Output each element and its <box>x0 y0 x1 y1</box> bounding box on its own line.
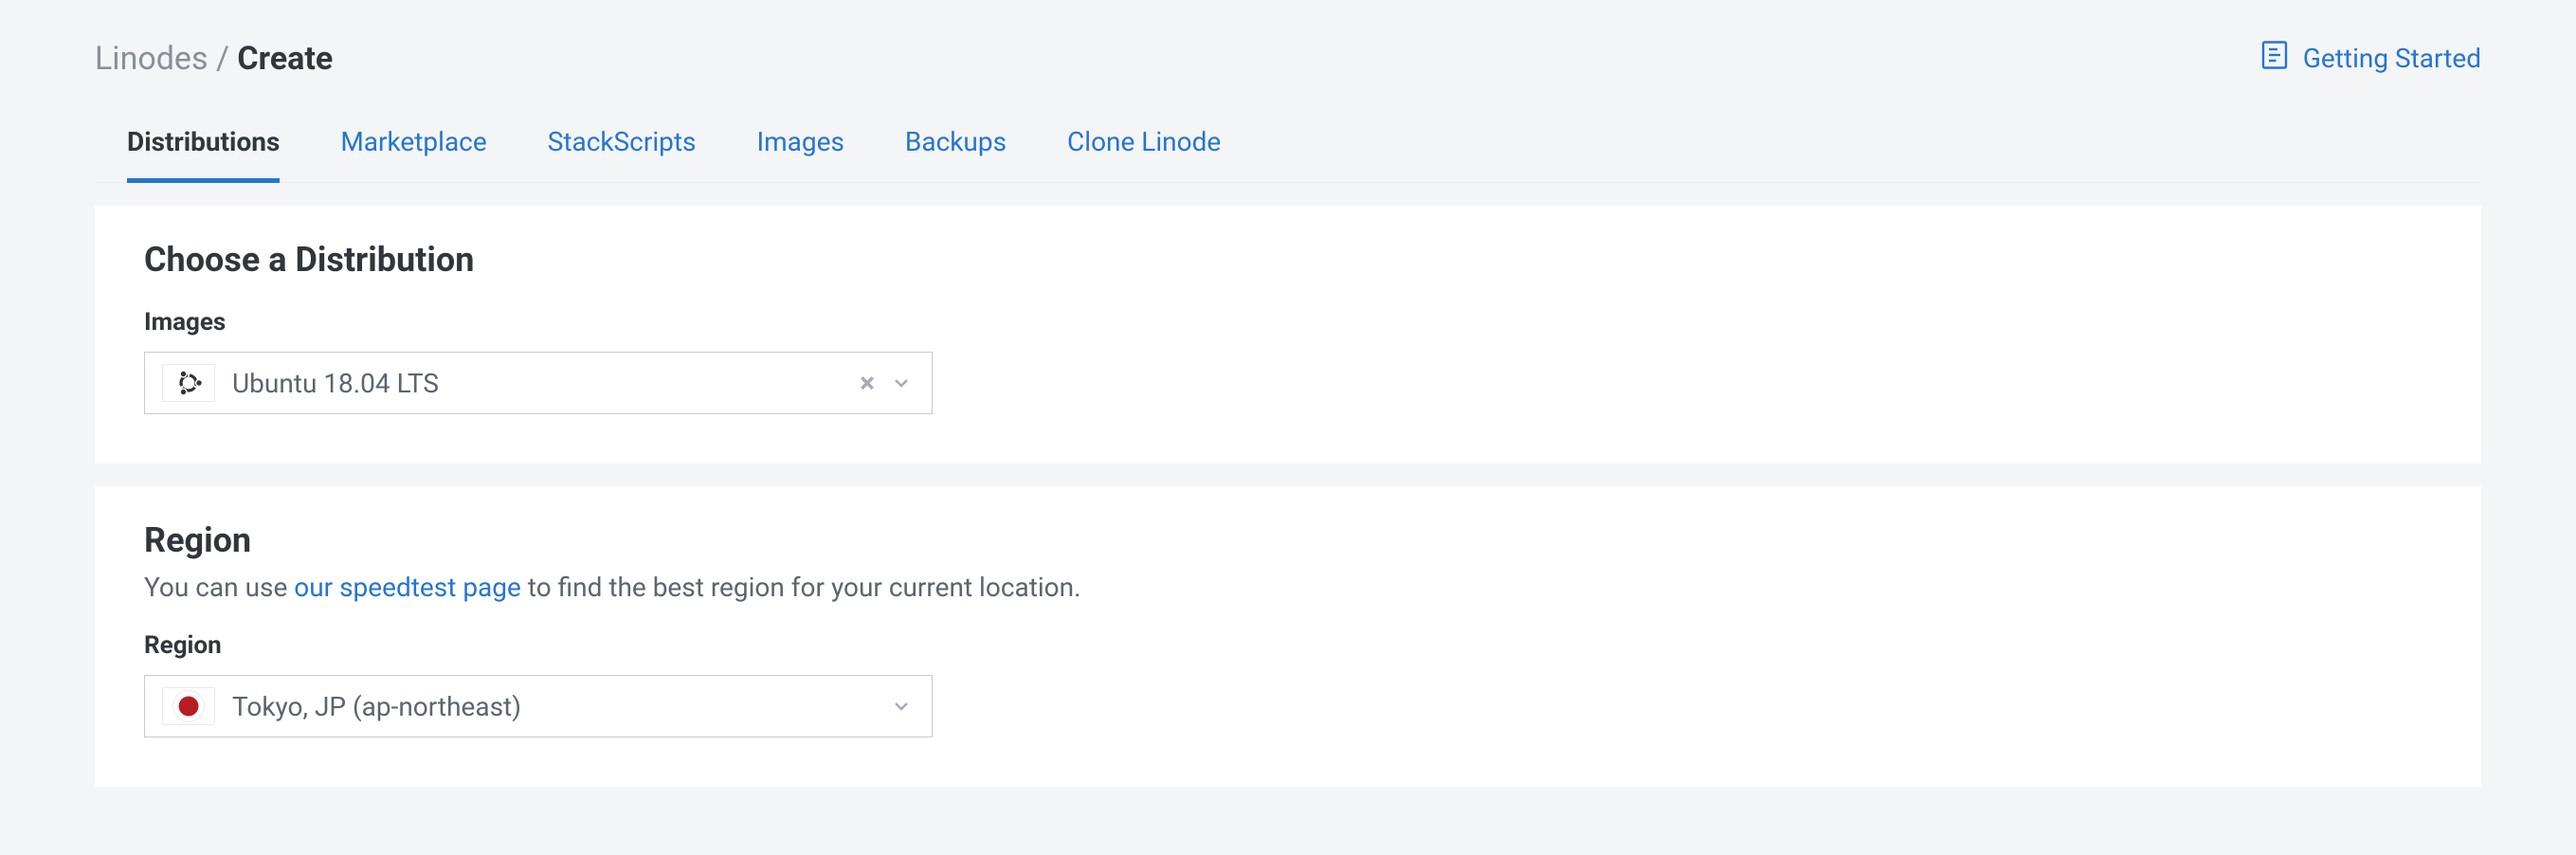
region-card: Region You can use our speedtest page to… <box>95 486 2481 787</box>
tab-distributions[interactable]: Distributions <box>127 117 280 183</box>
tab-clone-linode[interactable]: Clone Linode <box>1067 117 1221 183</box>
tab-stackscripts[interactable]: StackScripts <box>548 117 697 183</box>
region-select-value: Tokyo, JP (ap-northeast) <box>232 691 888 722</box>
japan-flag-icon <box>162 687 215 725</box>
breadcrumb: Linodes / Create <box>95 40 333 78</box>
region-label: Region <box>144 631 2432 660</box>
chevron-down-icon[interactable] <box>888 693 915 719</box>
create-tabs: Distributions Marketplace StackScripts I… <box>95 117 2481 183</box>
getting-started-label: Getting Started <box>2303 43 2481 74</box>
breadcrumb-current: Create <box>237 40 333 78</box>
document-icon <box>2258 38 2292 79</box>
images-label: Images <box>144 308 2432 337</box>
breadcrumb-separator: / <box>216 40 229 78</box>
images-select[interactable]: Ubuntu 18.04 LTS × <box>144 352 933 414</box>
region-subtitle: You can use our speedtest page to find t… <box>144 572 2432 603</box>
breadcrumb-parent[interactable]: Linodes <box>95 40 209 78</box>
tab-backups[interactable]: Backups <box>905 117 1007 183</box>
region-heading: Region <box>144 520 2432 560</box>
tab-marketplace[interactable]: Marketplace <box>340 117 486 183</box>
speedtest-link[interactable]: our speedtest page <box>294 572 521 603</box>
chevron-down-icon[interactable] <box>888 370 915 396</box>
region-select[interactable]: Tokyo, JP (ap-northeast) <box>144 675 933 737</box>
distribution-heading: Choose a Distribution <box>144 240 2432 280</box>
images-select-value: Ubuntu 18.04 LTS <box>232 368 846 399</box>
clear-icon[interactable]: × <box>846 367 888 400</box>
distribution-card: Choose a Distribution Images Ubuntu 18.0… <box>95 206 2481 464</box>
ubuntu-icon <box>162 364 215 402</box>
getting-started-link[interactable]: Getting Started <box>2258 38 2481 79</box>
tab-images[interactable]: Images <box>756 117 844 183</box>
